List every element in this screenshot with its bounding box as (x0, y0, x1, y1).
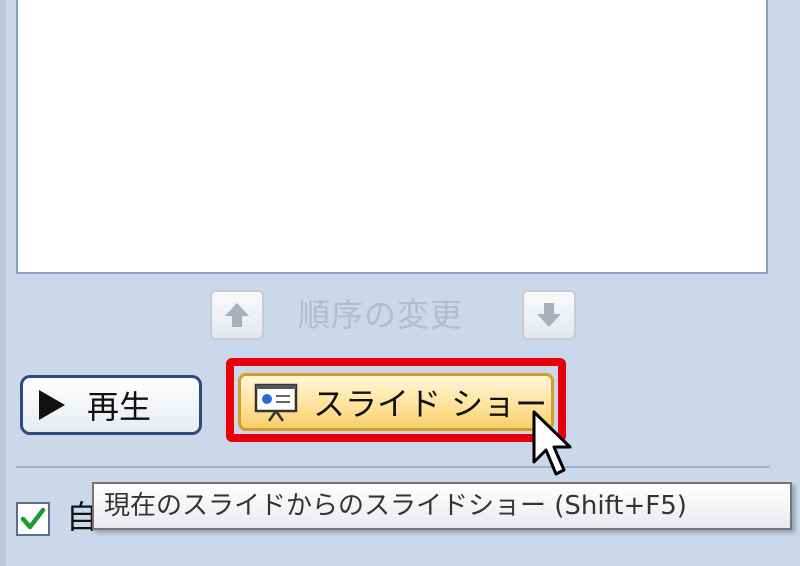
mouse-cursor-icon (532, 410, 572, 476)
down-arrow-icon (537, 303, 561, 327)
autopreview-checkbox[interactable] (16, 502, 50, 536)
reorder-controls: 順序の変更 (210, 290, 578, 340)
up-arrow-icon (225, 303, 249, 327)
highlight-frame (226, 358, 566, 442)
panel-left-edge (0, 0, 6, 566)
play-button[interactable]: 再生 (20, 375, 202, 435)
move-down-button[interactable] (522, 290, 576, 340)
move-up-button[interactable] (210, 290, 264, 340)
animation-list[interactable] (16, 0, 768, 274)
play-button-label: 再生 (87, 388, 152, 426)
reorder-label: 順序の変更 (298, 296, 464, 334)
play-icon (39, 390, 65, 420)
slideshow-tooltip: 現在のスライドからのスライドショー (Shift+F5) (92, 482, 792, 530)
checkmark-icon (20, 507, 46, 530)
separator (16, 466, 770, 468)
